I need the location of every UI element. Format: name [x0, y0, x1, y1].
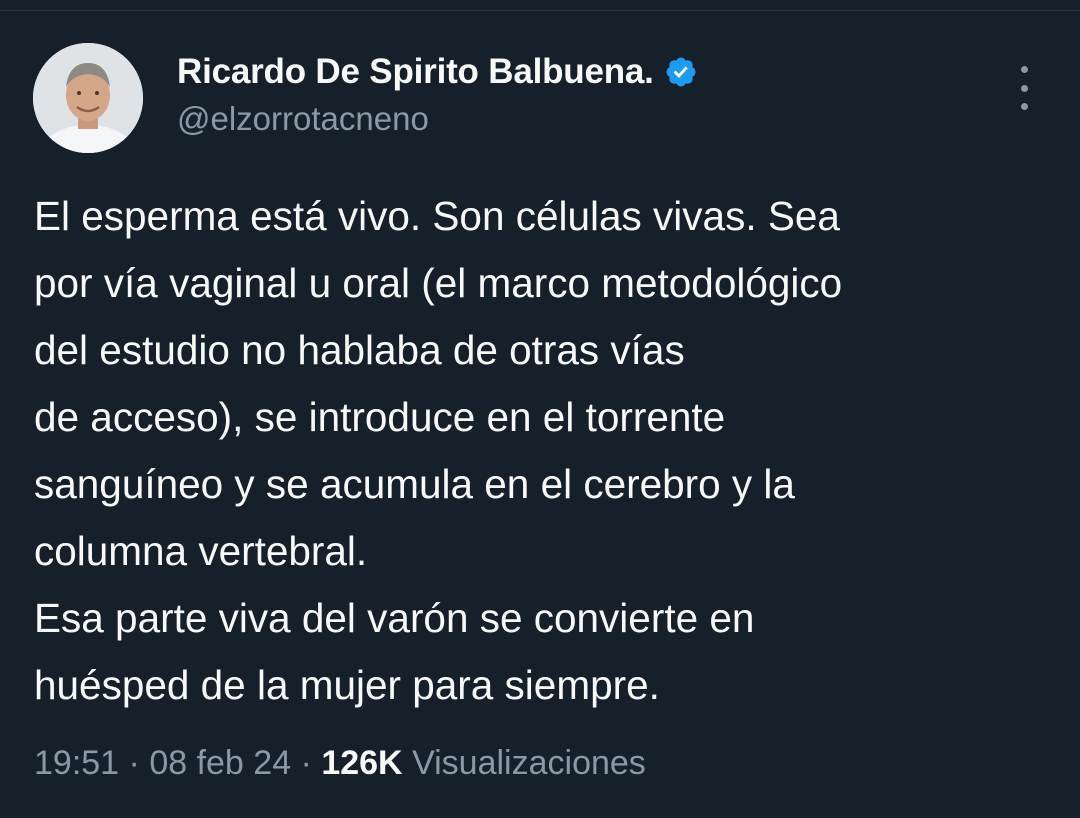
tweet-text-line: huésped de la mujer para siempre. — [34, 662, 660, 708]
views-label[interactable]: Visualizaciones — [412, 744, 646, 782]
avatar[interactable] — [33, 43, 143, 153]
views-count[interactable]: 126K — [321, 744, 402, 782]
more-options-icon[interactable] — [1006, 66, 1042, 110]
more-dot — [1020, 66, 1028, 73]
tweet-text-line: del estudio no hablaba de otras vías — [34, 327, 685, 373]
author-name-row[interactable]: Ricardo De Spirito Balbuena. — [177, 52, 698, 92]
tweet-date[interactable]: 08 feb 24 — [149, 744, 291, 782]
author-display-name[interactable]: Ricardo De Spirito Balbuena. — [177, 52, 654, 92]
tweet-text-line: columna vertebral. — [34, 528, 368, 574]
author-handle[interactable]: @elzorrotacneno — [177, 100, 429, 138]
tweet-text-line: por vía vaginal u oral (el marco metodol… — [34, 260, 843, 306]
tweet-text-line: de acceso), se introduce en el torrente — [34, 394, 726, 440]
meta-separator: · — [291, 744, 322, 782]
tweet-text-line: El esperma está vivo. Son células vivas.… — [34, 193, 840, 239]
tweet-card: Ricardo De Spirito Balbuena. @elzorrotac… — [0, 0, 1080, 818]
tweet-text-line: Esa parte viva del varón se convierte en — [34, 595, 755, 641]
tweet-meta: 19:51 · 08 feb 24 · 126K Visualizaciones — [34, 744, 646, 783]
tweet-time[interactable]: 19:51 — [34, 744, 119, 782]
more-dot — [1020, 103, 1028, 110]
verified-badge-icon[interactable] — [664, 55, 698, 89]
meta-separator: · — [119, 744, 150, 782]
more-dot — [1020, 84, 1028, 92]
tweet-text: El esperma está vivo. Son células vivas.… — [34, 183, 1074, 719]
top-divider — [0, 0, 1080, 11]
tweet-text-line: sanguíneo y se acumula en el cerebro y l… — [34, 461, 795, 507]
